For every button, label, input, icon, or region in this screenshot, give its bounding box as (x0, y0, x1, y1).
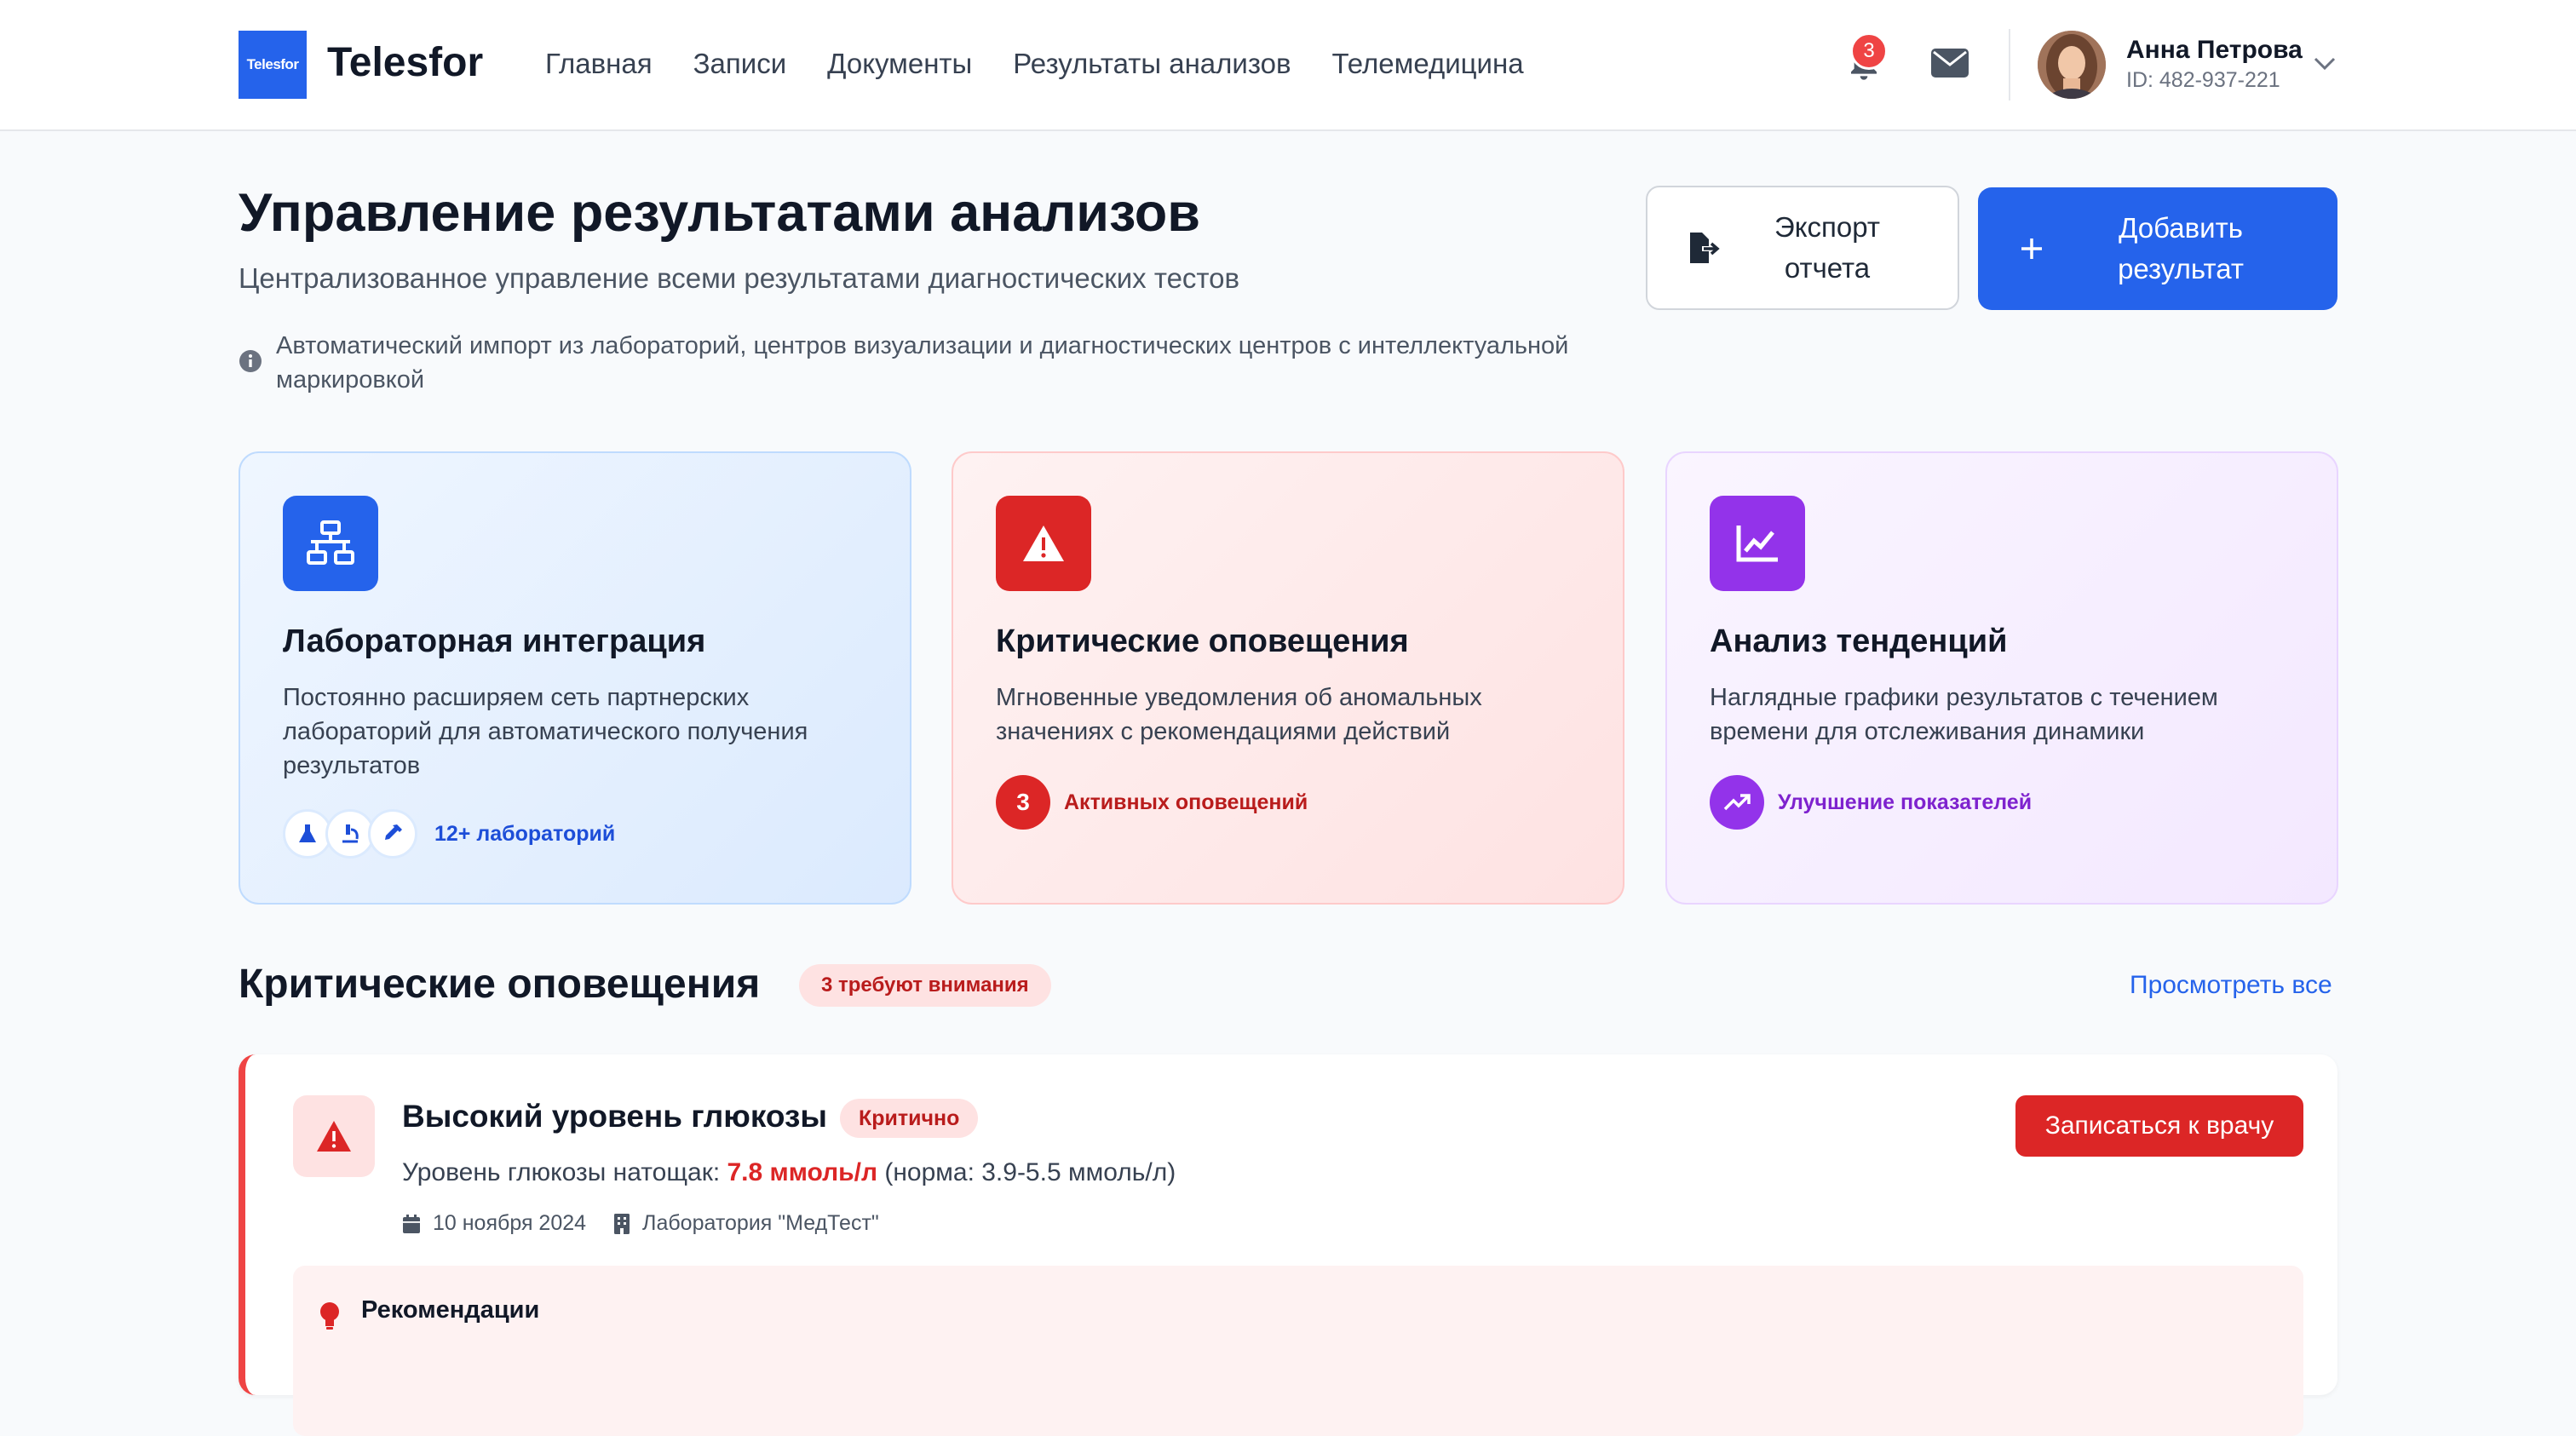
export-report-label: Экспорт отчета (1774, 211, 1880, 284)
recommendations-box: Рекомендации (293, 1266, 2303, 1436)
calendar-icon (402, 1214, 421, 1234)
brand-name[interactable]: Telesfor (327, 39, 483, 86)
feature-card-critical-alerts: Критические оповещения Мгновенные уведом… (952, 451, 1624, 905)
card-description: Постоянно расширяем сеть партнерских лаб… (283, 684, 808, 779)
book-doctor-button[interactable]: Записаться к врачу (2015, 1095, 2303, 1157)
avatar[interactable] (2038, 31, 2106, 99)
active-alerts-count: 3 (996, 775, 1050, 830)
section-title: Критические оповещения (239, 962, 761, 1007)
warning-icon (996, 496, 1091, 591)
feature-card-trend-analysis: Анализ тенденций Наглядные графики резул… (1665, 451, 2338, 905)
nav-link-telemedicine[interactable]: Телемедицина (1331, 48, 1523, 80)
nav-link-lab-results[interactable]: Результаты анализов (1013, 48, 1291, 80)
top-navbar: Telesfor Telesfor Главная Записи Докумен… (0, 0, 2576, 131)
network-icon (283, 496, 378, 591)
lab-count-text: 12+ лабораторий (434, 821, 616, 846)
warning-icon (293, 1095, 375, 1177)
notification-count-badge: 3 (1850, 32, 1888, 70)
card-title: Лабораторная интеграция (283, 623, 706, 659)
active-alerts-row: 3 Активных оповещений (996, 775, 1308, 830)
lightbulb-icon (319, 1301, 341, 1335)
severity-badge: Критично (840, 1099, 979, 1138)
page-subtitle: Централизованное управление всеми резуль… (239, 262, 1240, 294)
envelope-icon[interactable] (1930, 46, 1969, 80)
lab-count-row: 12+ лабораторий (283, 809, 615, 859)
active-alerts-text: Активных оповещений (1064, 790, 1308, 814)
nav-link-appointments[interactable]: Записи (693, 48, 787, 80)
export-report-button[interactable]: Экспорт отчета (1646, 186, 1959, 310)
recommendations-title: Рекомендации (361, 1296, 540, 1324)
alert-date: 10 ноября 2024 (433, 1211, 587, 1235)
card-title: Анализ тенденций (1710, 623, 2008, 659)
card-description: Наглядные графики результатов с течением… (1710, 684, 2218, 745)
add-result-label: Добавить результат (2118, 212, 2244, 284)
info-icon (239, 349, 262, 373)
view-all-link[interactable]: Просмотреть все (2130, 971, 2332, 1000)
nav-divider (2009, 29, 2010, 101)
nav-link-documents[interactable]: Документы (827, 48, 972, 80)
card-title: Критические оповещения (996, 623, 1409, 659)
card-description: Мгновенные уведомления об аномальных зна… (996, 684, 1482, 745)
page-title: Управление результатами анализов (239, 183, 1200, 243)
plus-icon (2021, 238, 2042, 259)
building-icon (613, 1213, 630, 1235)
alert-card: Высокий уровень глюкозы Критично Уровень… (239, 1054, 2337, 1436)
alert-value: 7.8 ммоль/л (727, 1158, 878, 1186)
import-info-text: Автоматический импорт из лабораторий, це… (276, 332, 1569, 393)
alert-title: Высокий уровень глюкозы (402, 1099, 828, 1134)
trend-text: Улучшение показателей (1778, 790, 2033, 814)
user-name[interactable]: Анна Петрова (2126, 36, 2303, 65)
trend-up-icon (1710, 775, 1764, 830)
add-result-button[interactable]: Добавить результат (1978, 187, 2337, 310)
feature-card-lab-integration: Лабораторная интеграция Постоянно расшир… (239, 451, 911, 905)
trend-row: Улучшение показателей (1710, 775, 2032, 830)
nav-link-home[interactable]: Главная (545, 48, 653, 80)
chevron-down-icon[interactable] (2312, 53, 2337, 73)
alert-lab: Лаборатория "МедТест" (642, 1211, 879, 1235)
logo[interactable]: Telesfor (239, 31, 307, 99)
alert-meta: 10 ноября 2024 Лаборатория "МедТест" (402, 1211, 879, 1236)
syringe-icon (368, 809, 417, 859)
chart-line-icon (1710, 496, 1805, 591)
user-id: ID: 482-937-221 (2126, 68, 2280, 92)
file-export-icon (1690, 233, 1720, 263)
attention-badge: 3 требуют внимания (799, 964, 1051, 1007)
main-nav: Главная Записи Документы Результаты анал… (545, 48, 1524, 80)
alert-description: Уровень глюкозы натощак: 7.8 ммоль/л (но… (402, 1158, 1176, 1186)
